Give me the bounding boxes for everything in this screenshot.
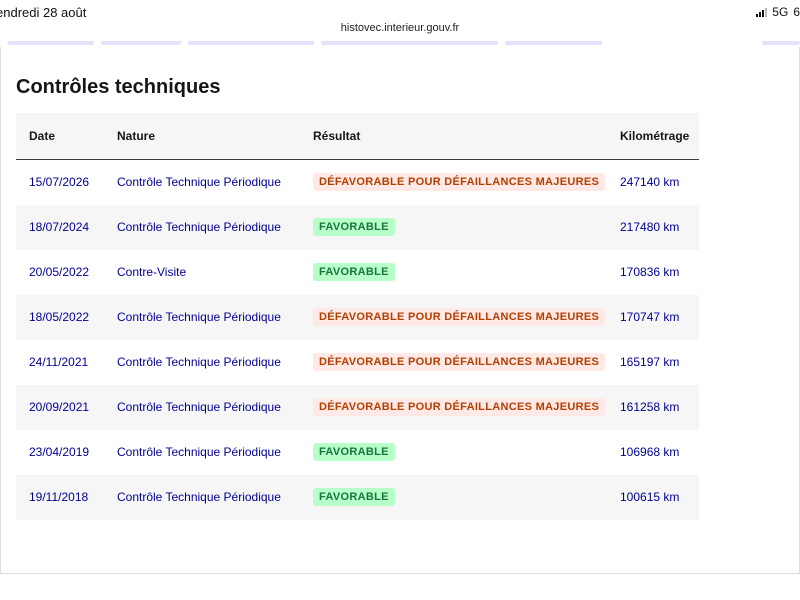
header-date: Date — [29, 129, 56, 143]
row-mileage: 106968 km — [620, 445, 680, 459]
row-date: 19/11/2018 — [29, 490, 89, 504]
status-indicators: 5G 6 — [756, 5, 800, 19]
table-body: 15/07/2026 Contrôle Technique Périodique D… — [16, 160, 699, 520]
header-result: Résultat — [313, 129, 361, 143]
row-mileage: 100615 km — [620, 490, 680, 504]
row-nature: Contre-Visite — [117, 265, 187, 279]
result-badge: FAVORABLE — [313, 488, 395, 506]
row-date: 24/11/2021 — [29, 355, 89, 369]
row-result: DÉFAVORABLE POUR DÉFAILLANCES MAJEURES — [313, 173, 606, 191]
result-badge: FAVORABLE — [313, 263, 395, 281]
table-row: 15/07/2026 Contrôle Technique Périodique D… — [16, 160, 699, 205]
inspections-table: Date Nature Résultat Kilométrage 15/07/2… — [16, 113, 699, 520]
row-result: FAVORABLE — [313, 263, 395, 281]
network-label: 5G — [772, 5, 789, 19]
row-nature: Contrôle Technique Périodique — [117, 175, 281, 189]
table-row: 18/05/2022 Contrôle Technique Périodique D… — [16, 295, 699, 340]
result-badge: DÉFAVORABLE POUR DÉFAILLANCES MAJEURES — [313, 173, 606, 191]
header-mileage: Kilométrage — [620, 129, 690, 143]
row-nature: Contrôle Technique Périodique — [117, 445, 281, 459]
row-nature: Contrôle Technique Périodique — [117, 220, 281, 234]
row-result: DÉFAVORABLE POUR DÉFAILLANCES MAJEURES — [313, 398, 606, 416]
row-date: 15/07/2026 — [29, 175, 90, 189]
table-row: 24/11/2021 Contrôle Technique Périodique D… — [16, 340, 699, 385]
table-row: 23/04/2019 Contrôle Technique Périodique F… — [16, 430, 699, 475]
row-mileage: 170747 km — [620, 310, 680, 324]
row-result: FAVORABLE — [313, 488, 395, 506]
section-title: Contrôles techniques — [16, 76, 221, 98]
row-mileage: 170836 km — [620, 265, 680, 279]
table-header: Date Nature Résultat Kilométrage — [16, 113, 699, 160]
row-result: DÉFAVORABLE POUR DÉFAILLANCES MAJEURES — [313, 353, 606, 371]
row-nature: Contrôle Technique Périodique — [117, 400, 281, 414]
row-date: 23/04/2019 — [29, 445, 90, 459]
result-badge: FAVORABLE — [313, 218, 395, 236]
row-nature: Contrôle Technique Périodique — [117, 310, 281, 324]
status-date: endredi 28 août — [0, 5, 87, 20]
row-nature: Contrôle Technique Périodique — [117, 355, 281, 369]
row-mileage: 217480 km — [620, 220, 680, 234]
table-row: 20/05/2022 Contre-Visite FAVORABLE 170836 k… — [16, 250, 699, 295]
row-result: DÉFAVORABLE POUR DÉFAILLANCES MAJEURES — [313, 308, 606, 326]
row-mileage: 247140 km — [620, 175, 680, 189]
row-date: 20/05/2022 — [29, 265, 90, 279]
row-date: 18/05/2022 — [29, 310, 90, 324]
result-badge: DÉFAVORABLE POUR DÉFAILLANCES MAJEURES — [313, 353, 606, 371]
row-date: 20/09/2021 — [29, 400, 90, 414]
row-result: FAVORABLE — [313, 443, 395, 461]
row-mileage: 161258 km — [620, 400, 680, 414]
signal-icon — [756, 7, 768, 17]
header-nature: Nature — [117, 129, 156, 143]
row-result: FAVORABLE — [313, 218, 395, 236]
nav-tab-strip — [0, 41, 800, 45]
url-text: histovec.interieur.gouv.fr — [340, 22, 460, 34]
battery-label: 6 — [793, 5, 800, 19]
result-badge: DÉFAVORABLE POUR DÉFAILLANCES MAJEURES — [313, 398, 606, 416]
row-mileage: 165197 km — [620, 355, 680, 369]
table-row: 19/11/2018 Contrôle Technique Périodique F… — [16, 475, 699, 520]
table-row: 18/07/2024 Contrôle Technique Périodique F… — [16, 205, 699, 250]
result-badge: FAVORABLE — [313, 443, 395, 461]
row-nature: Contrôle Technique Périodique — [117, 490, 281, 504]
address-bar[interactable]: histovec.interieur.gouv.fr — [0, 22, 800, 34]
row-date: 18/07/2024 — [29, 220, 90, 234]
table-row: 20/09/2021 Contrôle Technique Périodique D… — [16, 385, 699, 430]
result-badge: DÉFAVORABLE POUR DÉFAILLANCES MAJEURES — [313, 308, 606, 326]
